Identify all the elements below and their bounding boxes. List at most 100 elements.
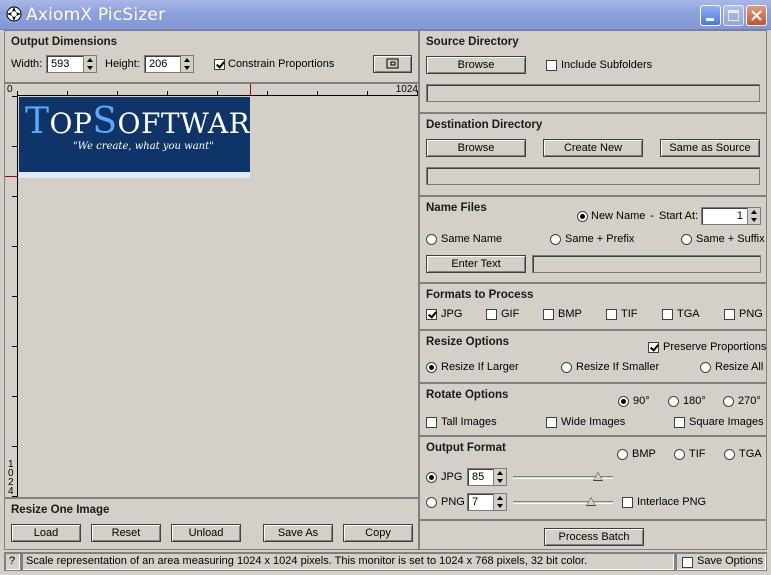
maximize-button[interactable] bbox=[723, 5, 744, 26]
rotate-90-label: 90° bbox=[633, 395, 650, 407]
load-button[interactable]: Load bbox=[11, 524, 81, 542]
format-jpg-label: JPG bbox=[441, 308, 463, 320]
jpg-quality-slider-thumb[interactable] bbox=[593, 472, 603, 481]
preserve-proportions-checkbox[interactable] bbox=[648, 342, 659, 353]
resize-one-image-panel: Resize One Image Load Reset Unload Save … bbox=[4, 498, 419, 550]
start-at-label: Start At: bbox=[659, 210, 699, 222]
new-name-dash: - bbox=[650, 210, 654, 222]
same-name-radio[interactable] bbox=[426, 234, 437, 245]
preview-canvas[interactable]: TOPSOFTWARE "We create, what you want" bbox=[18, 97, 418, 497]
same-suffix-radio[interactable] bbox=[681, 234, 692, 245]
square-images-checkbox[interactable] bbox=[674, 417, 685, 428]
source-browse-button[interactable]: Browse bbox=[426, 56, 526, 74]
output-dimensions-title: Output Dimensions bbox=[11, 36, 118, 48]
output-tga-radio[interactable] bbox=[724, 449, 735, 460]
minimize-button[interactable] bbox=[700, 5, 721, 26]
destination-browse-button[interactable]: Browse bbox=[426, 139, 526, 157]
status-message-cell: Scale representation of an area measurin… bbox=[21, 552, 675, 571]
wide-images-label: Wide Images bbox=[561, 416, 626, 428]
png-compression-slider-thumb[interactable] bbox=[585, 497, 596, 506]
preview-panel: 0 1024 1 0 2 4 TOPSOFTWARE "We create, w… bbox=[4, 83, 419, 498]
name-files-title: Name Files bbox=[426, 202, 487, 214]
png-compression-spin-arrows[interactable] bbox=[493, 494, 506, 510]
resize-if-smaller-radio[interactable] bbox=[561, 362, 572, 373]
formats-title: Formats to Process bbox=[426, 289, 534, 301]
reset-button[interactable]: Reset bbox=[91, 524, 161, 542]
same-suffix-label: Same + Suffix bbox=[696, 233, 765, 245]
start-at-spin-arrows[interactable] bbox=[747, 208, 760, 224]
close-button[interactable] bbox=[746, 5, 767, 26]
format-bmp-label: BMP bbox=[558, 308, 582, 320]
close-icon bbox=[751, 10, 762, 21]
format-tif-label: TIF bbox=[621, 308, 638, 320]
client-area: Output Dimensions Width: 593 Height: 206… bbox=[4, 30, 767, 571]
png-compression-slider-track[interactable] bbox=[513, 501, 613, 504]
output-format-title: Output Format bbox=[426, 442, 506, 454]
destination-directory-panel: Destination Directory Browse Create New … bbox=[419, 113, 767, 196]
resize-if-larger-radio[interactable] bbox=[426, 362, 437, 373]
output-png-radio[interactable] bbox=[426, 497, 437, 508]
help-label: ? bbox=[9, 555, 16, 567]
interlace-png-checkbox[interactable] bbox=[622, 497, 633, 508]
start-at-stepper[interactable]: 1 bbox=[701, 207, 761, 225]
square-images-label: Square Images bbox=[689, 416, 764, 428]
source-directory-panel: Source Directory Browse Include Subfolde… bbox=[419, 30, 767, 113]
jpg-quality-stepper[interactable]: 85 bbox=[467, 468, 507, 486]
tall-images-checkbox[interactable] bbox=[426, 417, 437, 428]
create-new-button[interactable]: Create New bbox=[543, 139, 643, 157]
resize-options-title: Resize Options bbox=[426, 336, 510, 348]
unload-button[interactable]: Unload bbox=[171, 524, 241, 542]
new-name-radio[interactable] bbox=[577, 211, 588, 222]
save-options-checkbox[interactable] bbox=[682, 557, 693, 568]
width-stepper[interactable]: 593 bbox=[46, 55, 97, 73]
rotate-270-radio[interactable] bbox=[723, 396, 734, 407]
title-bar: AxiomX PicSizer bbox=[0, 0, 771, 30]
name-text-field[interactable] bbox=[532, 255, 761, 273]
destination-directory-title: Destination Directory bbox=[426, 119, 543, 131]
same-prefix-label: Same + Prefix bbox=[565, 233, 635, 245]
resize-all-radio[interactable] bbox=[700, 362, 711, 373]
copy-button[interactable]: Copy bbox=[343, 524, 413, 542]
width-spin-arrows[interactable] bbox=[83, 56, 96, 72]
constrain-proportions-checkbox[interactable] bbox=[214, 59, 225, 70]
preserve-proportions-label: Preserve Proportions bbox=[663, 341, 767, 353]
start-at-value: 1 bbox=[736, 210, 743, 222]
destination-path-field[interactable] bbox=[426, 167, 760, 185]
process-batch-panel: Process Batch bbox=[419, 520, 767, 550]
format-jpg-checkbox[interactable] bbox=[426, 309, 437, 320]
height-label: Height: bbox=[105, 58, 140, 70]
rotate-90-radio[interactable] bbox=[618, 396, 629, 407]
resize-one-image-title: Resize One Image bbox=[11, 504, 110, 516]
png-compression-stepper[interactable]: 7 bbox=[467, 493, 507, 511]
help-cell[interactable]: ? bbox=[4, 552, 21, 571]
format-png-checkbox[interactable] bbox=[724, 309, 735, 320]
fit-preview-button[interactable] bbox=[373, 55, 412, 73]
same-prefix-radio[interactable] bbox=[550, 234, 561, 245]
include-subfolders-checkbox[interactable] bbox=[546, 60, 557, 71]
top-ruler: 0 1024 bbox=[7, 84, 418, 96]
format-tga-label: TGA bbox=[677, 308, 700, 320]
rotate-options-title: Rotate Options bbox=[426, 389, 509, 401]
width-label: Width: bbox=[11, 58, 43, 70]
wide-images-checkbox[interactable] bbox=[546, 417, 557, 428]
rotate-180-radio[interactable] bbox=[668, 396, 679, 407]
same-as-source-button[interactable]: Same as Source bbox=[660, 139, 760, 157]
source-path-field[interactable] bbox=[426, 84, 760, 102]
save-as-button[interactable]: Save As bbox=[263, 524, 333, 542]
format-bmp-checkbox[interactable] bbox=[543, 309, 554, 320]
output-bmp-radio[interactable] bbox=[617, 449, 628, 460]
logo-text-op: OP bbox=[49, 107, 93, 140]
height-stepper[interactable]: 206 bbox=[144, 55, 194, 73]
same-name-label: Same Name bbox=[441, 233, 503, 245]
resize-options-panel: Resize Options Preserve Proportions Resi… bbox=[419, 330, 767, 383]
format-gif-checkbox[interactable] bbox=[486, 309, 497, 320]
height-spin-arrows[interactable] bbox=[180, 56, 193, 72]
format-tif-checkbox[interactable] bbox=[606, 309, 617, 320]
output-jpg-radio[interactable] bbox=[426, 472, 437, 483]
enter-text-button[interactable]: Enter Text bbox=[426, 255, 526, 273]
output-tif-radio[interactable] bbox=[674, 449, 685, 460]
format-tga-checkbox[interactable] bbox=[662, 309, 673, 320]
jpg-quality-spin-arrows[interactable] bbox=[493, 469, 506, 485]
ruler-top-ticks bbox=[17, 91, 418, 95]
process-batch-button[interactable]: Process Batch bbox=[544, 528, 644, 546]
